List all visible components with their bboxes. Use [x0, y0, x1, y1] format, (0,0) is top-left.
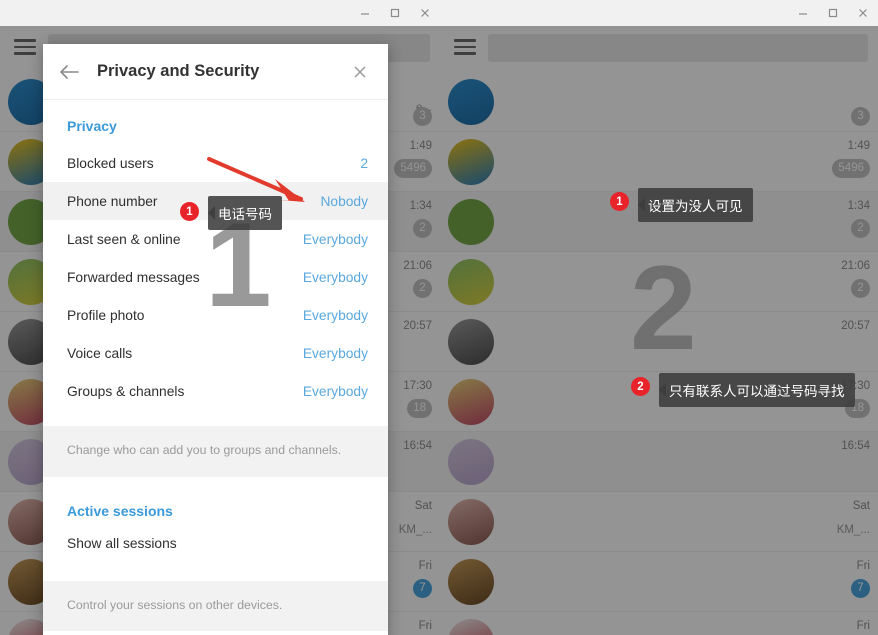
row-label: Voice calls — [67, 345, 133, 361]
titlebar-right — [440, 0, 878, 26]
titlebar-left — [0, 0, 440, 26]
row-voice-calls[interactable]: Voice calls Everybody — [43, 334, 388, 372]
row-show-all-sessions[interactable]: Show all sessions — [43, 525, 388, 563]
maximize-icon[interactable] — [380, 0, 410, 26]
section-title-privacy: Privacy — [67, 118, 117, 134]
sessions-section: Active sessions Show all sessions — [43, 476, 388, 581]
minimize-icon[interactable] — [350, 0, 380, 26]
annotation-watermark-2: 2 — [630, 241, 697, 375]
annotation-badge-2: 1 — [610, 192, 629, 211]
close-icon[interactable] — [410, 0, 440, 26]
row-label: Groups & channels — [67, 383, 185, 399]
annotation-badge-1: 1 — [180, 202, 199, 221]
privacy-and-security-dialog: Privacy and Security Privacy Blocked use… — [43, 44, 388, 635]
screen-root: e... 3 1:49 5496 1:34 2 — [0, 0, 878, 635]
sessions-hint: Control your sessions on other devices. — [43, 580, 388, 632]
row-value: Everybody — [302, 345, 368, 361]
row-value: Everybody — [302, 269, 368, 285]
section-title-active-sessions[interactable]: Active sessions — [43, 491, 388, 525]
row-label: Show all sessions — [67, 536, 177, 552]
close-icon[interactable] — [348, 64, 372, 80]
maximize-icon[interactable] — [818, 0, 848, 26]
back-arrow-icon[interactable] — [59, 64, 89, 80]
groups-channels-hint: Change who can add you to groups and cha… — [43, 426, 388, 477]
close-icon[interactable] — [848, 0, 878, 26]
annotation-badge-3: 2 — [631, 377, 650, 396]
dialog-header: Privacy and Security — [43, 44, 388, 100]
annotation-tooltip-3: 只有联系人可以通过号码寻找 — [658, 373, 855, 407]
annotation-tooltip-2: 设置为没人可见 — [638, 188, 753, 222]
page-title: Privacy and Security — [97, 62, 260, 80]
row-value: Everybody — [302, 307, 368, 323]
row-value: Everybody — [302, 383, 368, 399]
row-value: 2 — [360, 155, 368, 171]
minimize-icon[interactable] — [788, 0, 818, 26]
row-groups-and-channels[interactable]: Groups & channels Everybody — [43, 372, 388, 410]
row-value: Everybody — [302, 231, 368, 247]
row-value: Nobody — [320, 193, 368, 209]
annotation-tooltip-1: 电话号码 — [208, 196, 282, 230]
